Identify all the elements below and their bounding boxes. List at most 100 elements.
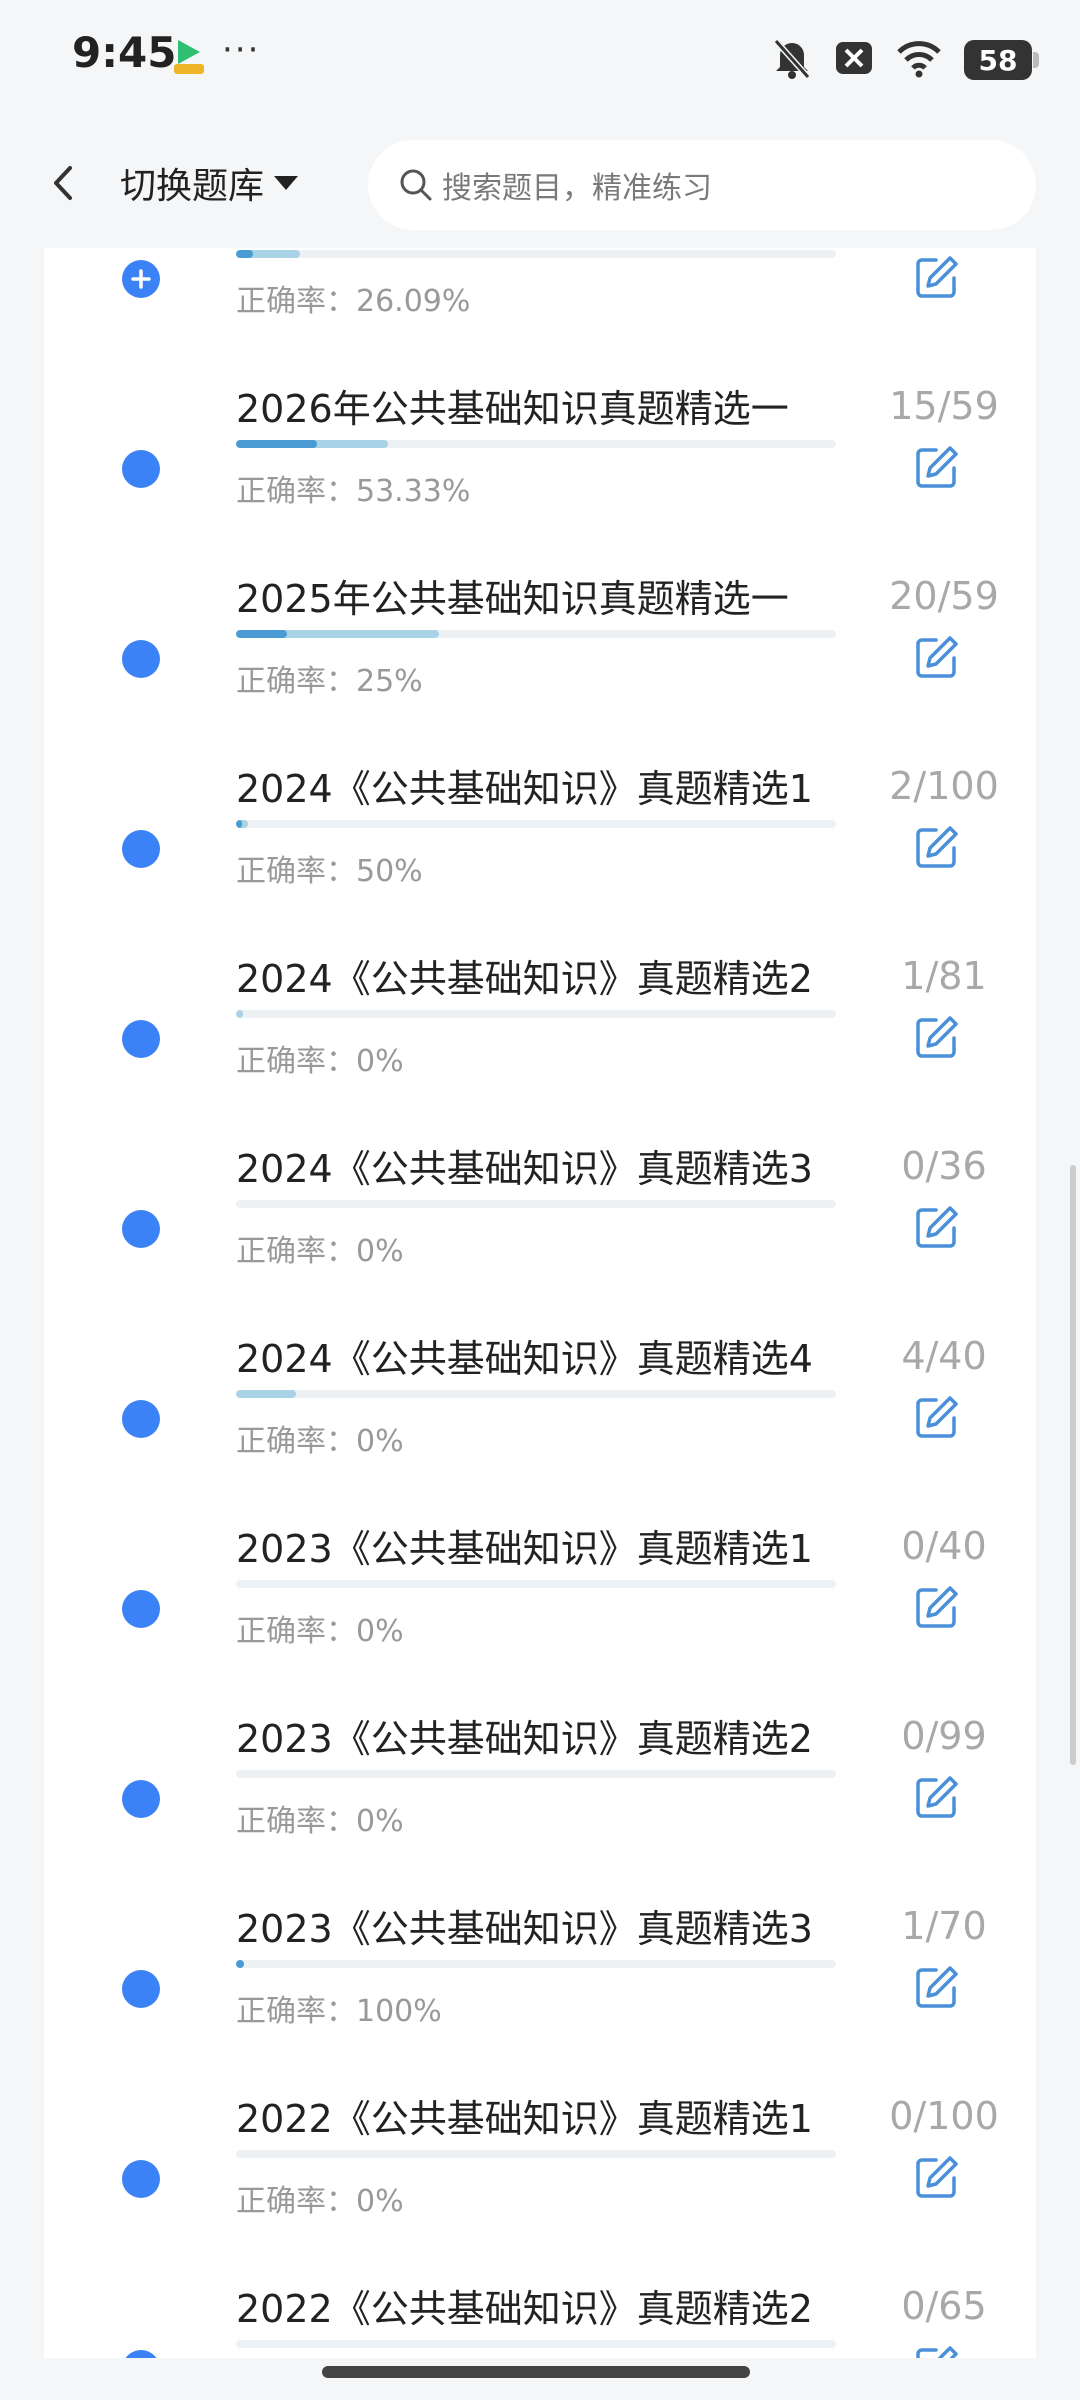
status-dot [122,1020,160,1058]
accuracy-fill [236,820,242,828]
progress-bar [236,630,836,638]
more-notifications-icon: ··· [222,30,261,70]
accuracy-value: 50% [356,854,423,889]
item-title: 2024《公共基础知识》真题精选2 [236,957,813,1001]
accuracy-fill [236,440,318,448]
accuracy-text: 正确率：26.09% [236,284,471,319]
search-input[interactable]: 搜索题目，精准练习 [368,140,1036,230]
edit-icon[interactable] [914,1204,960,1250]
bell-off-icon [772,37,812,83]
list-item[interactable]: 《公共基础知识》押题卷 正确率：26.09% 69/651 [44,248,1036,326]
accuracy-value: 0% [356,1424,404,1459]
search-placeholder: 搜索题目，精准练习 [442,171,712,206]
accuracy-text: 正确率：0% [236,1234,404,1269]
list-item[interactable]: 2024《公共基础知识》真题精选4 正确率：0% 4/40 [44,1276,1036,1466]
progress-bar [236,440,836,448]
plus-icon [122,260,160,298]
no-sim-icon [834,38,874,82]
edit-icon[interactable] [914,1964,960,2010]
item-title: 2024《公共基础知识》真题精选1 [236,767,813,811]
accuracy-value: 0% [356,1234,404,1269]
progress-fill [236,1390,296,1398]
status-dot [122,1590,160,1628]
list-item[interactable]: 2024《公共基础知识》真题精选3 正确率：0% 0/36 [44,1086,1036,1276]
status-dot [122,1400,160,1438]
edit-icon[interactable] [914,254,960,300]
scrollbar[interactable] [1070,1165,1076,1765]
edit-icon[interactable] [914,634,960,680]
edit-icon[interactable] [914,1394,960,1440]
item-title: 2023《公共基础知识》真题精选2 [236,1717,813,1761]
progress-fill [236,1010,244,1018]
progress-bar [236,820,836,828]
accuracy-text: 正确率：100% [236,1994,442,2029]
accuracy-fill [236,1960,245,1968]
question-bank-list[interactable]: 《公共基础知识》押题卷 正确率：26.09% 69/651 2026年公共基础知… [44,248,1036,2358]
accuracy-value: 0% [356,1044,404,1079]
header: 切换题库 搜索题目，精准练习 [0,118,1080,248]
list-item[interactable]: 2024《公共基础知识》真题精选1 正确率：50% 2/100 [44,706,1036,896]
progress-count: 1/70 [901,1904,987,1948]
accuracy-text: 正确率：0% [236,1804,404,1839]
progress-count: 0/99 [901,1714,987,1758]
progress-count: 0/40 [901,1524,987,1568]
item-title: 2024《公共基础知识》真题精选4 [236,1337,813,1381]
status-dot [122,1210,160,1248]
status-icons: 58 [772,36,1039,84]
accuracy-value: 26.09% [356,284,471,319]
status-dot [122,2350,160,2358]
gesture-bar[interactable] [322,2366,750,2378]
status-dot [122,2160,160,2198]
edit-icon[interactable] [914,1584,960,1630]
list-item[interactable]: 2022《公共基础知识》真题精选1 正确率：0% 0/100 [44,2036,1036,2226]
wifi-icon [896,38,942,82]
edit-icon[interactable] [914,1774,960,1820]
item-title: 2023《公共基础知识》真题精选1 [236,1527,813,1571]
back-button[interactable] [40,158,90,208]
progress-count: 0/65 [901,2284,987,2328]
list-item[interactable]: 2026年公共基础知识真题精选一 正确率：53.33% 15/59 [44,326,1036,516]
accuracy-value: 0% [356,1804,404,1839]
item-title: 2026年公共基础知识真题精选一 [236,387,789,431]
edit-icon[interactable] [914,2344,960,2358]
progress-count: 20/59 [889,574,999,618]
progress-bar [236,1010,836,1018]
accuracy-text: 正确率：25% [236,664,423,699]
progress-count: 4/40 [901,1334,987,1378]
progress-bar [236,1960,836,1968]
progress-bar [236,2340,836,2348]
question-bank-items: 《公共基础知识》押题卷 正确率：26.09% 69/651 2026年公共基础知… [44,248,1036,2358]
switch-question-bank-button[interactable]: 切换题库 [120,158,299,208]
progress-bar [236,1390,836,1398]
progress-count: 0/36 [901,1144,987,1188]
back-arrow-icon [54,166,72,200]
edit-icon[interactable] [914,2154,960,2200]
accuracy-text: 正确率：53.33% [236,474,471,509]
edit-icon[interactable] [914,1014,960,1060]
battery-icon: 58 [964,40,1039,80]
status-bar: 9:45 ··· 58 [0,0,1080,118]
list-item[interactable]: 2023《公共基础知识》真题精选1 正确率：0% 0/40 [44,1466,1036,1656]
item-title: 2023《公共基础知识》真题精选3 [236,1907,813,1951]
status-dot [122,1970,160,2008]
edit-icon[interactable] [914,824,960,870]
list-item[interactable]: 2022《公共基础知识》真题精选2 0/65 [44,2226,1036,2358]
list-item[interactable]: 2023《公共基础知识》真题精选2 正确率：0% 0/99 [44,1656,1036,1846]
accuracy-value: 100% [356,1994,442,2029]
status-dot [122,450,160,488]
progress-count: 15/59 [889,384,999,428]
progress-count: 0/100 [889,2094,999,2138]
edit-icon[interactable] [914,444,960,490]
accuracy-value: 0% [356,1614,404,1649]
item-title: 2025年公共基础知识真题精选一 [236,577,789,621]
caret-down-icon [274,176,299,190]
list-item[interactable]: 2023《公共基础知识》真题精选3 正确率：100% 1/70 [44,1846,1036,2036]
list-item[interactable]: 2025年公共基础知识真题精选一 正确率：25% 20/59 [44,516,1036,706]
accuracy-value: 0% [356,2184,404,2219]
accuracy-value: 25% [356,664,423,699]
accuracy-text: 正确率：50% [236,854,423,889]
progress-bar [236,2150,836,2158]
progress-bar [236,1200,836,1208]
list-item[interactable]: 2024《公共基础知识》真题精选2 正确率：0% 1/81 [44,896,1036,1086]
status-dot [122,640,160,678]
